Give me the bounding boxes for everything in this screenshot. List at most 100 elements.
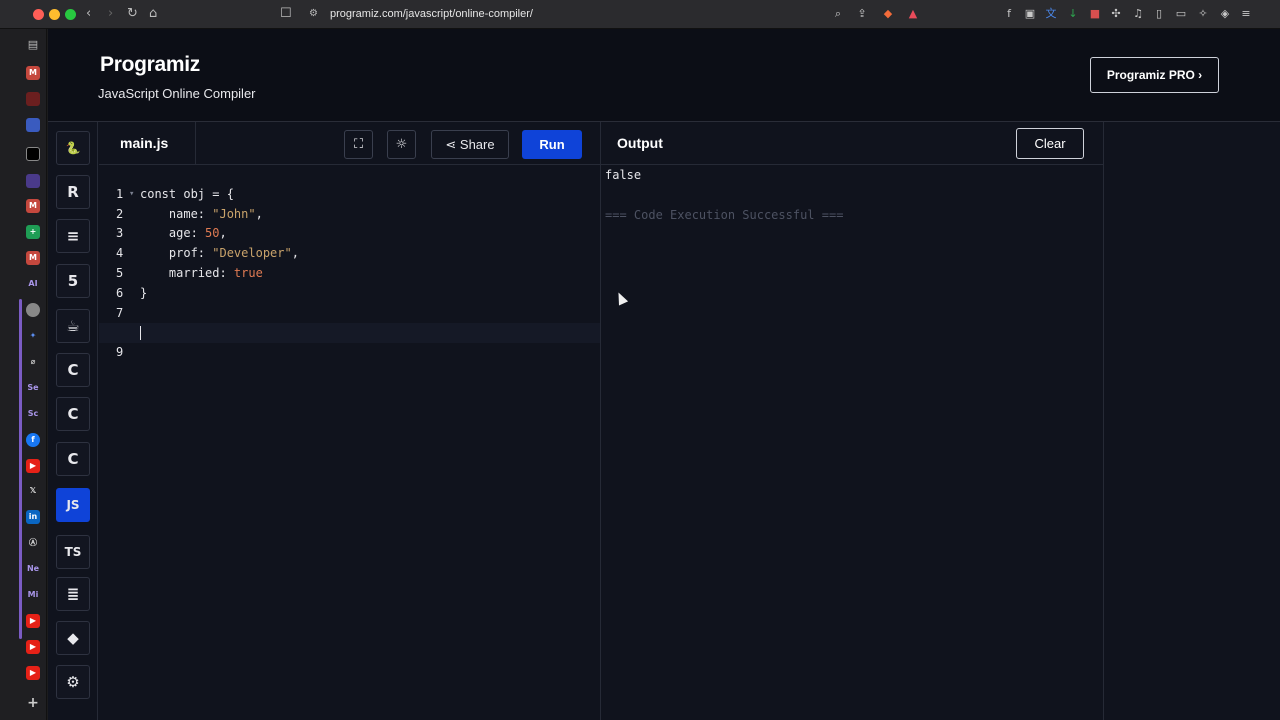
tab-favicon-icon[interactable]: Ⓐ [26,536,40,550]
code-editor[interactable]: 1 ▾ const obj = { 2 name: "John", 3 age: 5… [99,165,601,720]
js-icon: JS [66,498,80,512]
language-button-rust[interactable]: ⚙ [56,665,90,699]
brave-rewards-icon[interactable]: ▲ [906,7,920,21]
tab-sheets-icon[interactable]: + [26,225,40,239]
vpn-icon[interactable]: ◈ [1218,7,1232,21]
brave-shield-icon[interactable]: ◆ [881,7,895,21]
tab-facebook-icon[interactable]: f [26,433,40,447]
code-line: 7 [99,284,601,320]
tab-favicon-icon[interactable]: Mi [26,588,40,602]
go-icon: ◆ [67,629,79,647]
tab-youtube-icon[interactable]: ▶ [26,666,40,680]
sidebar-toggle-icon[interactable]: ▯ [1152,7,1166,21]
python-icon: 🐍 [65,141,81,155]
download-icon[interactable]: ↓ [1066,7,1080,21]
tab-favicon-icon[interactable]: ⌀ [26,355,40,369]
address-bar[interactable]: programiz.com/javascript/online-compiler… [330,8,533,20]
code-line: 8console.log("fruit" in obj) [99,304,601,339]
language-button-java[interactable]: ☕ [56,309,90,343]
panel-edge [1103,122,1104,720]
maximize-window-button[interactable] [65,9,76,20]
puzzle-icon[interactable]: ✣ [1109,7,1123,21]
browser-toolbar: ‹ › ↻ ⌂ ☐ ⚙ programiz.com/javascript/onl… [0,0,1280,29]
tab-sidebar-icon[interactable]: ▤ [26,38,40,52]
tab-favicon-icon[interactable] [26,118,40,132]
menu-icon[interactable]: ≡ [1239,7,1253,21]
code-line: 5 married: true [99,244,601,280]
output-console: false === Code Execution Successful === [601,165,1103,720]
tab-x-icon[interactable]: 𝕏 [26,484,40,498]
tab-youtube-icon[interactable]: ▶ [26,614,40,628]
cpp-icon: C [67,405,79,423]
minimize-window-button[interactable] [49,9,60,20]
translate-icon[interactable]: 文 [1044,7,1058,21]
programiz-logo[interactable]: Programiz [100,53,200,77]
language-button-python[interactable]: 🐍 [56,131,90,165]
tab-gemini-icon[interactable]: ✦ [26,329,40,343]
tab-gmail-icon[interactable]: M [26,66,40,80]
pip-icon[interactable]: ▣ [1023,7,1037,21]
tab-favicon-icon[interactable] [26,92,40,106]
language-button-csharp[interactable]: C [56,442,90,476]
wallet-icon[interactable]: ▭ [1174,7,1188,21]
extension-icon[interactable]: ■ [1088,7,1102,21]
fullscreen-button[interactable]: ⛶ [344,130,373,159]
output-result: false [605,168,642,182]
output-header: Output Clear [601,122,1103,165]
compiler-workspace: main.js ⛶ ☼ ⋖ Share Run 1 ▾ const obj = { … [48,122,1280,720]
language-button-cpp[interactable]: C [56,397,90,431]
code-line-current: 9 [99,323,601,359]
tab-favicon-icon[interactable]: Sc [26,407,40,421]
reload-icon[interactable]: ↻ [127,6,138,22]
leo-ai-icon[interactable]: ✧ [1196,7,1210,21]
language-button-r[interactable]: R [56,175,90,209]
ts-icon: TS [64,545,82,559]
share-page-icon[interactable]: ⇪ [855,7,869,21]
tab-favicon-icon[interactable] [26,147,40,161]
language-button-sql[interactable]: ≡ [56,219,90,253]
language-button-scala[interactable]: ≣ [56,577,90,611]
forward-icon[interactable]: › [108,6,113,22]
clear-button[interactable]: Clear [1016,128,1084,159]
code-line: 1 ▾ const obj = { [99,165,601,201]
output-title: Output [617,135,663,151]
tab-favicon-icon[interactable]: Se [26,381,40,395]
new-tab-icon[interactable]: + [26,696,40,710]
tab-favicon-icon[interactable] [26,174,40,188]
file-tab[interactable]: main.js [99,122,196,165]
theme-toggle-button[interactable]: ☼ [387,130,416,159]
sql-icon: ≡ [66,227,80,245]
tab-group-indicator [19,299,22,639]
language-button-c[interactable]: C [56,353,90,387]
share-button[interactable]: ⋖ Share [431,130,509,159]
language-button-ts[interactable]: TS [56,535,90,569]
site-info-icon[interactable]: ⚙ [309,6,318,22]
tab-linkedin-icon[interactable]: in [26,510,40,524]
tab-gmail-icon[interactable]: M [26,251,40,265]
java-icon: ☕ [66,317,80,335]
share-icon: ⋖ [445,138,457,153]
back-icon[interactable]: ‹ [86,6,91,22]
language-button-html[interactable]: 5 [56,264,90,298]
code-line: 4 prof: "Developer", [99,224,601,260]
language-button-js[interactable]: JS [56,488,90,522]
tab-favicon-icon[interactable]: Ne [26,562,40,576]
tab-ai-icon[interactable]: AI [26,277,40,291]
zoom-icon[interactable]: ⌕ [831,7,845,21]
bookmark-icon[interactable]: ☐ [280,6,292,22]
tab-youtube-icon[interactable]: ▶ [26,459,40,473]
music-icon[interactable]: ♫ [1131,7,1145,21]
code-line: 6} [99,264,601,300]
language-button-go[interactable]: ◆ [56,621,90,655]
home-icon[interactable]: ⌂ [149,6,157,22]
font-icon[interactable]: f [1002,7,1016,21]
tab-youtube-icon[interactable]: ▶ [26,640,40,654]
tab-gmail-icon[interactable]: M [26,199,40,213]
editor-header: main.js ⛶ ☼ ⋖ Share Run [99,122,601,165]
close-window-button[interactable] [33,9,44,20]
html-icon: 5 [67,272,79,290]
programiz-pro-button[interactable]: Programiz PRO › [1090,57,1219,93]
tab-favicon-icon[interactable] [26,303,40,317]
run-button[interactable]: Run [522,130,582,159]
scala-icon: ≣ [66,585,80,603]
